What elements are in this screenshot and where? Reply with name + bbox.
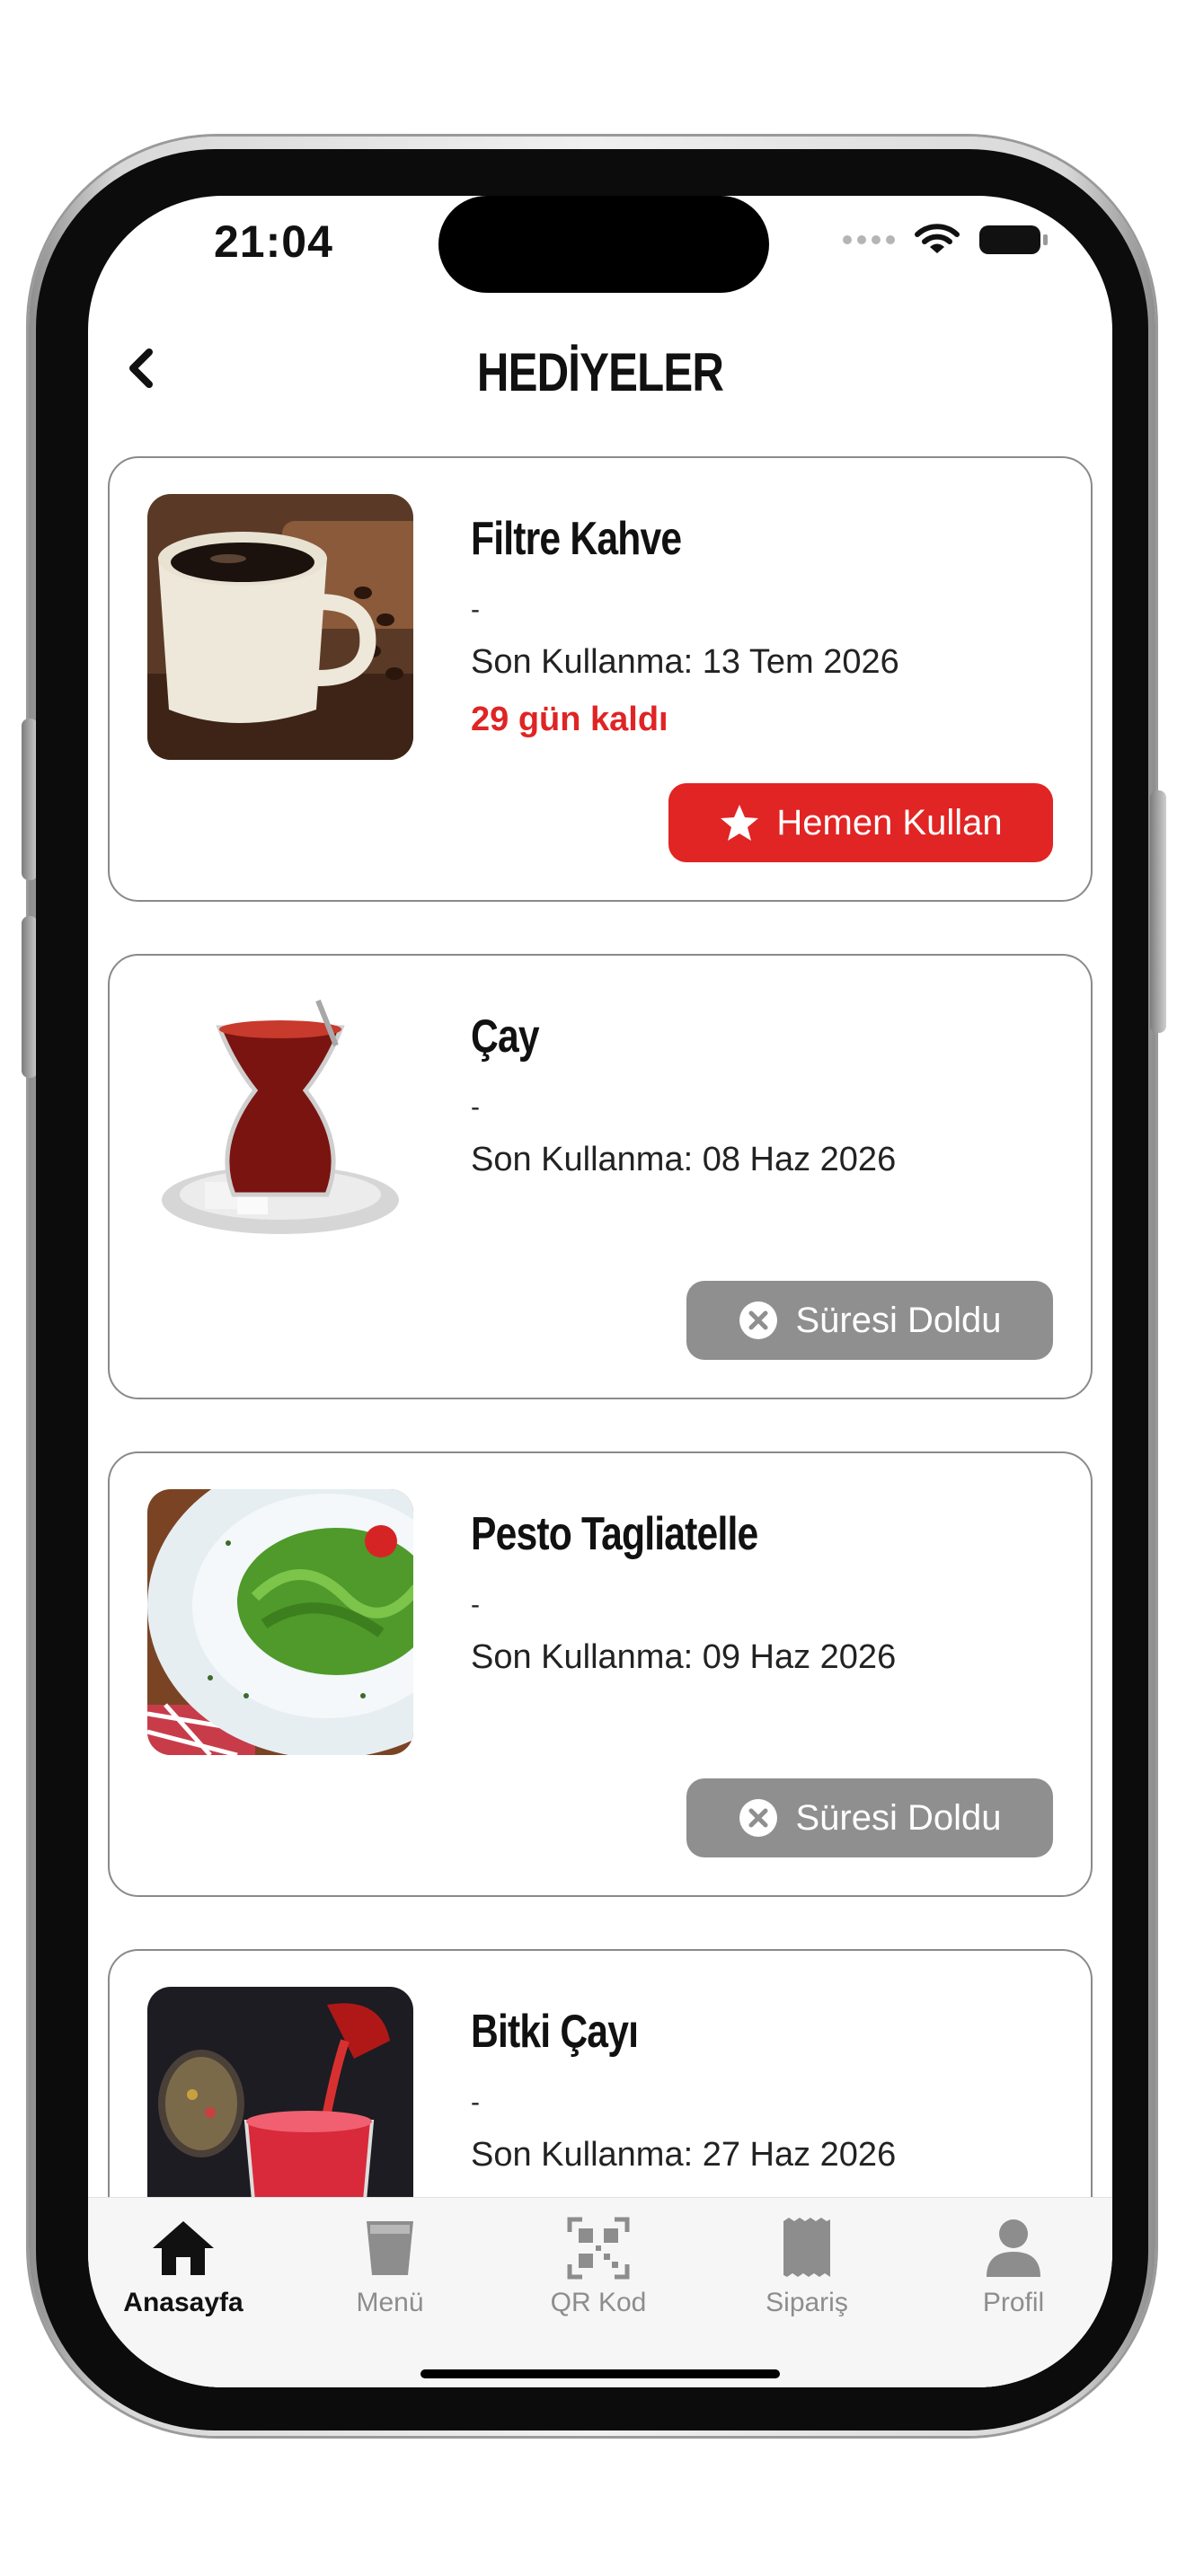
- cellular-signal-icon: [843, 235, 895, 244]
- status-time: 21:04: [214, 216, 333, 267]
- gift-card: Pesto Tagliatelle - Son Kullanma: 09 Haz…: [108, 1451, 1093, 1897]
- gift-expiry: Son Kullanma: 08 Haz 2026: [471, 1141, 897, 1178]
- phone-side-button: [1150, 790, 1166, 1033]
- receipt-icon: [783, 2218, 830, 2277]
- gift-card: Çay - Son Kullanma: 08 Haz 2026 Süresi D…: [108, 954, 1093, 1399]
- home-icon: [153, 2221, 214, 2275]
- use-now-label: Hemen Kullan: [776, 802, 1003, 842]
- gift-days-remaining: 29 gün kaldı: [471, 701, 668, 738]
- back-chevron-icon[interactable]: [115, 341, 169, 395]
- tab-profil[interactable]: Profil: [915, 2216, 1112, 2318]
- page-title: HEDİYELER: [476, 342, 724, 402]
- gift-image-pesto-pasta-plate: [147, 1489, 413, 1755]
- use-now-button[interactable]: Hemen Kullan: [668, 783, 1053, 862]
- close-circle-icon: [739, 1799, 778, 1837]
- app-screen: 21:04 HEDİYELER Filtre Kahve - Son Kulla…: [88, 196, 1112, 2387]
- expired-button[interactable]: Süresi Doldu: [686, 1281, 1053, 1360]
- tab-anasayfa[interactable]: Anasayfa: [88, 2216, 282, 2318]
- tab-siparis[interactable]: Sipariş: [708, 2216, 906, 2318]
- gift-description: -: [471, 1092, 480, 1122]
- tab-label: Menü: [356, 2288, 424, 2317]
- home-indicator: [420, 2369, 780, 2378]
- gift-expiry: Son Kullanma: 09 Haz 2026: [471, 1638, 897, 1676]
- status-icons: [843, 223, 1048, 257]
- tab-menu[interactable]: Menü: [291, 2216, 489, 2318]
- gift-image-coffee-cup: [147, 494, 413, 760]
- person-icon: [987, 2219, 1040, 2277]
- battery-icon: [979, 225, 1048, 254]
- gift-title: Bitki Çayı: [471, 2006, 639, 2058]
- close-circle-icon: [739, 1301, 778, 1339]
- tab-label: Profil: [982, 2288, 1045, 2317]
- bottom-tab-bar: Anasayfa Menü QR Kod Sipariş Profil: [88, 2197, 1112, 2387]
- tab-qr-kod[interactable]: QR Kod: [500, 2216, 697, 2318]
- dynamic-island: [438, 196, 769, 293]
- gift-expiry: Son Kullanma: 13 Tem 2026: [471, 643, 899, 681]
- cup-icon: [367, 2221, 413, 2275]
- expired-label: Süresi Doldu: [795, 1797, 1002, 1838]
- gift-title: Pesto Tagliatelle: [471, 1508, 758, 1560]
- gift-card: Filtre Kahve - Son Kullanma: 13 Tem 2026…: [108, 456, 1093, 902]
- gift-description: -: [471, 595, 480, 624]
- qr-code-icon: [567, 2217, 630, 2280]
- gift-description: -: [471, 2087, 480, 2117]
- expired-label: Süresi Doldu: [795, 1300, 1002, 1340]
- gift-title: Çay: [471, 1010, 540, 1063]
- star-icon: [721, 805, 759, 841]
- tab-label: Anasayfa: [123, 2288, 243, 2317]
- gift-description: -: [471, 1590, 480, 1619]
- gift-title: Filtre Kahve: [471, 513, 682, 565]
- wifi-icon: [915, 224, 960, 253]
- gift-expiry: Son Kullanma: 27 Haz 2026: [471, 2136, 897, 2174]
- tab-label: Sipariş: [766, 2288, 848, 2317]
- expired-button[interactable]: Süresi Doldu: [686, 1778, 1053, 1857]
- page-header: HEDİYELER: [88, 322, 1112, 420]
- gift-image-turkish-tea-glass: [147, 992, 413, 1257]
- tab-label: QR Kod: [550, 2288, 647, 2317]
